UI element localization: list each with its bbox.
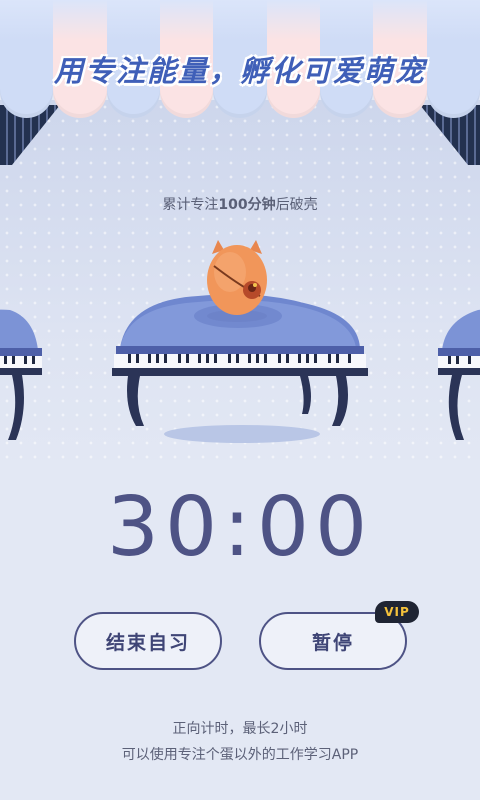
- hatch-progress-text: 累计专注100分钟后破壳: [0, 194, 480, 214]
- progress-amount: 100分钟: [218, 197, 276, 213]
- awning-shade: [0, 0, 480, 40]
- timing-note: 正向计时，最长2小时: [172, 721, 308, 737]
- end-study-button[interactable]: 结束自习: [74, 612, 222, 670]
- headline-title: 用专注能量，孵化可爱萌宠: [53, 54, 426, 88]
- progress-prefix: 累计专注: [162, 197, 219, 213]
- egg-illustration: [207, 240, 267, 322]
- piano-stand-right: [438, 300, 480, 450]
- piano-stand-left: [0, 300, 42, 450]
- app-usage-note: 可以使用专注个蛋以外的工作学习APP: [121, 747, 359, 763]
- progress-suffix: 后破壳: [275, 197, 318, 213]
- focus-timer: 30:00: [106, 480, 374, 575]
- pet-egg[interactable]: [200, 236, 274, 324]
- vip-badge: VIP: [375, 601, 419, 623]
- focus-screen: 用专注能量，孵化可爱萌宠 累计专注100分钟后破壳 30:00 结束自习 暂停 …: [0, 0, 480, 800]
